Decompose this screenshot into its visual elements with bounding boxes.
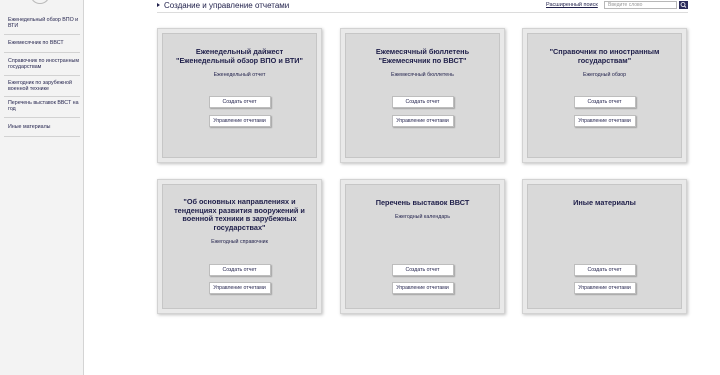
sidebar-divider (4, 52, 80, 53)
card-body: Перечень выставок ВВСТ Ежегодный календа… (345, 184, 500, 309)
create-report-button[interactable]: Создать отчет (208, 96, 271, 108)
create-report-button[interactable]: Создать отчет (391, 264, 454, 276)
card-title: "Справочник по иностранным государствам" (549, 47, 660, 65)
card-subtitle: Еженедельный отчет (213, 72, 266, 78)
manage-reports-button[interactable]: Управление отчетами (573, 282, 636, 294)
report-card-foreign-states-reference: "Справочник по иностранным государствам"… (522, 28, 687, 163)
search-button[interactable] (679, 1, 688, 9)
card-body: Иные материалы Создать отчет Управление … (527, 184, 682, 309)
search-input[interactable] (604, 1, 677, 9)
sidebar: Еженедельный обзор ВПО и ВТИ Ежемесячник… (0, 0, 84, 375)
sidebar-item-foreign-states[interactable]: Справочник по иностранным государствам (0, 58, 84, 70)
card-title: "Об основных направлениях и тенденциях р… (174, 197, 305, 232)
card-title: Еженедельный дайжест "Еженедельный обзор… (175, 47, 304, 65)
card-body: "Об основных направлениях и тенденциях р… (162, 184, 317, 309)
create-report-button[interactable]: Создать отчет (208, 264, 271, 276)
card-title: Ежемесячный бюллетень "Ежемесячник по ВВ… (375, 47, 470, 65)
report-card-weapons-trends: "Об основных направлениях и тенденциях р… (157, 179, 322, 314)
sidebar-divider (4, 117, 80, 118)
report-card-monthly-bulletin: Ежемесячный бюллетень "Ежемесячник по ВВ… (340, 28, 505, 163)
sidebar-top-arc (30, 0, 50, 4)
report-card-weekly-digest: Еженедельный дайжест "Еженедельный обзор… (157, 28, 322, 163)
search-icon (680, 2, 687, 8)
card-body: "Справочник по иностранным государствам"… (527, 33, 682, 158)
card-body: Еженедельный дайжест "Еженедельный обзор… (162, 33, 317, 158)
header-divider (157, 12, 688, 13)
sidebar-item-yearbook[interactable]: Ежегодник по зарубежной военной технике (0, 80, 84, 92)
create-report-button[interactable]: Создать отчет (573, 264, 636, 276)
manage-reports-button[interactable]: Управление отчетами (208, 115, 271, 127)
sidebar-divider (4, 96, 80, 97)
sidebar-item-other[interactable]: Иные материалы (0, 124, 84, 130)
sidebar-item-exhibitions[interactable]: Перечень выставок ВВСТ на год (0, 100, 84, 112)
sidebar-item-monthly[interactable]: Ежемесячник по ВВСТ (0, 40, 84, 46)
manage-reports-button[interactable]: Управление отчетами (208, 282, 271, 294)
card-subtitle: Ежегодный обзор (582, 72, 627, 78)
card-body: Ежемесячный бюллетень "Ежемесячник по ВВ… (345, 33, 500, 158)
sidebar-divider (4, 34, 80, 35)
manage-reports-button[interactable]: Управление отчетами (573, 115, 636, 127)
card-subtitle: Ежегодный календарь (394, 214, 450, 220)
card-subtitle: Ежегодный справочник (211, 239, 268, 245)
card-title: Иные материалы (573, 198, 636, 207)
card-title: Перечень выставок ВВСТ (375, 198, 470, 207)
sidebar-divider (4, 75, 80, 76)
report-card-exhibitions-list: Перечень выставок ВВСТ Ежегодный календа… (340, 179, 505, 314)
advanced-search-link[interactable]: Расширенный поиск (546, 2, 598, 8)
triangle-right-icon (157, 3, 160, 7)
sidebar-item-weekly-review[interactable]: Еженедельный обзор ВПО и ВТИ (0, 17, 84, 29)
manage-reports-button[interactable]: Управление отчетами (391, 115, 454, 127)
sidebar-divider (4, 136, 80, 137)
card-subtitle: Ежемесячный бюллетень (391, 72, 454, 78)
manage-reports-button[interactable]: Управление отчетами (391, 282, 454, 294)
page-title: Создание и управление отчетами (164, 1, 290, 10)
create-report-button[interactable]: Создать отчет (391, 96, 454, 108)
create-report-button[interactable]: Создать отчет (573, 96, 636, 108)
report-card-other-materials: Иные материалы Создать отчет Управление … (522, 179, 687, 314)
